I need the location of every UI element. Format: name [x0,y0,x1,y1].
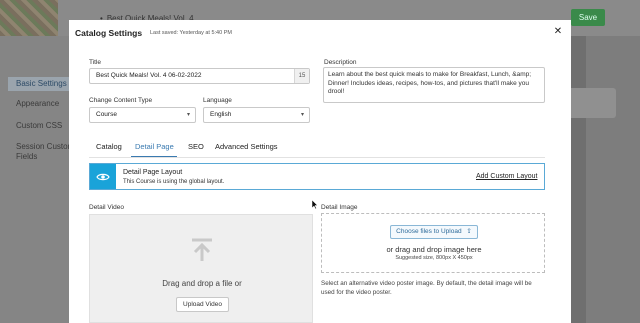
title-label: Title [89,59,102,66]
language-select[interactable]: English ▾ [203,107,310,123]
background-card [566,88,616,118]
choose-files-label: Choose files to Upload [396,228,462,235]
tab-detail-page[interactable]: Detail Page [135,142,174,151]
save-button[interactable]: Save [571,9,605,26]
sidebar-item-appearance[interactable]: Appearance [16,99,76,109]
chevron-down-icon: ▾ [300,112,304,118]
content-type-select[interactable]: Course ▾ [89,107,196,123]
layout-title: Detail Page Layout [123,169,183,176]
upload-arrow-icon [192,238,212,261]
description-label: Description [324,59,357,66]
tab-catalog[interactable]: Catalog [96,142,122,151]
video-drop-text: Drag and drop a file or [162,279,242,288]
upload-icon: ⇪ [466,228,472,235]
tab-advanced-settings[interactable]: Advanced Settings [215,142,278,151]
modal-header: Catalog Settings Last saved: Yesterday a… [69,20,571,46]
image-poster-note: Select an alternative video poster image… [321,280,532,296]
detail-page-layout-banner: Detail Page Layout This Course is using … [89,163,545,190]
background-panel [586,36,640,323]
sidebar-item-basic-settings[interactable]: Basic Settings [8,77,75,91]
catalog-thumbnail [0,0,58,36]
last-saved-text: Last saved: Yesterday at 5:40 PM [150,30,232,36]
content-type-value: Course [96,111,117,118]
content-type-label: Change Content Type [89,97,153,104]
description-textarea[interactable]: Learn about the best quick meals to make… [323,67,545,103]
chevron-down-icon: ▾ [186,112,190,118]
title-char-counter: 15 [294,69,309,83]
image-size-hint: Suggested size, 800px X 450px [395,255,473,261]
detail-image-label: Detail Image [321,204,358,211]
title-input[interactable]: Best Quick Meals! Vol. 4 06-02-2022 15 [89,68,310,84]
layout-subtitle: This Course is using the global layout. [123,179,225,185]
close-icon[interactable]: ✕ [553,27,563,37]
sidebar-item-custom-css[interactable]: Custom CSS [16,121,76,131]
eye-icon [90,164,116,189]
mouse-cursor-icon [312,200,318,209]
upload-video-button[interactable]: Upload Video [176,297,229,312]
sidebar-item-session-custom-fields[interactable]: Session Custom Fields [16,142,76,162]
image-drop-text: or drag and drop image here [386,245,482,254]
modal-title: Catalog Settings [75,28,143,38]
tab-seo[interactable]: SEO [188,142,204,151]
catalog-settings-modal: Catalog Settings Last saved: Yesterday a… [69,20,571,323]
title-value: Best Quick Meals! Vol. 4 06-02-2022 [96,72,202,79]
active-tab-indicator [131,156,177,157]
detail-video-label: Detail Video [89,204,124,211]
tab-divider [89,157,545,158]
add-custom-layout-link[interactable]: Add Custom Layout [476,173,537,180]
choose-files-button[interactable]: Choose files to Upload ⇪ [390,225,478,239]
language-value: English [210,111,232,118]
image-dropzone[interactable]: Choose files to Upload ⇪ or drag and dro… [321,213,545,273]
video-dropzone[interactable]: Drag and drop a file or Upload Video [89,214,313,323]
language-label: Language [203,97,232,104]
settings-sidebar: Basic Settings Appearance Custom CSS Ses… [0,36,75,323]
